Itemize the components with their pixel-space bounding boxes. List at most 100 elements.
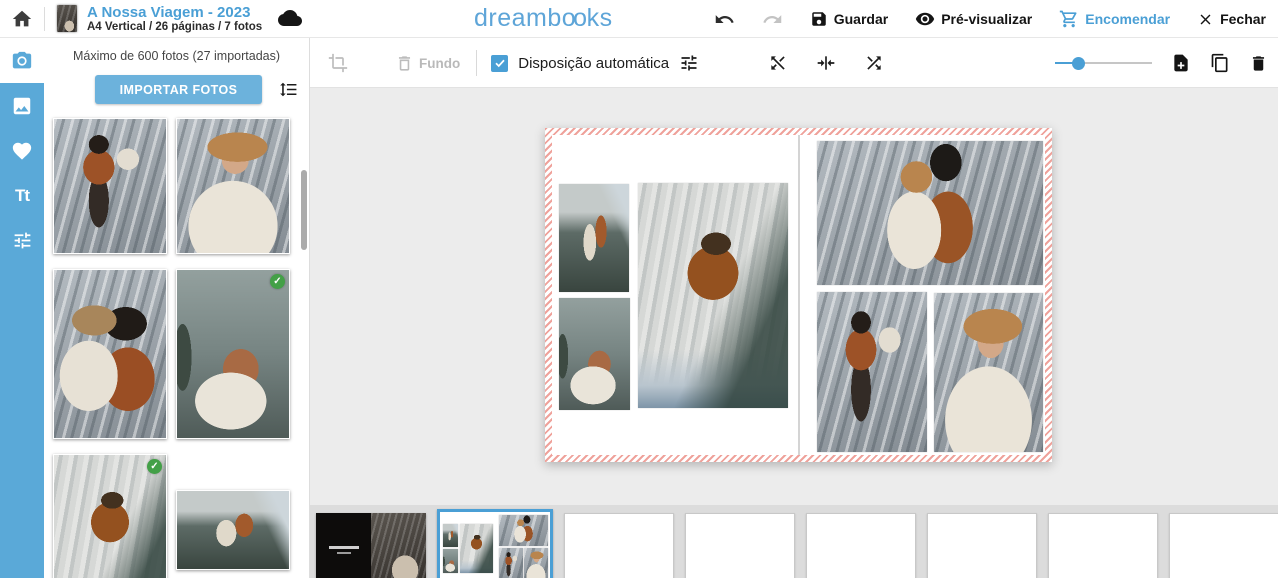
delete-page-button[interactable] — [1249, 54, 1268, 73]
shuffle-mirrored-icon — [768, 53, 788, 73]
save-button[interactable]: Guardar — [810, 10, 888, 28]
cart-icon — [1059, 9, 1079, 29]
mini-photo — [524, 548, 548, 578]
remove-background-button[interactable]: Fundo — [395, 54, 460, 73]
preview-button[interactable]: Pré-visualizar — [915, 9, 1032, 29]
shuffle-photos-button[interactable] — [864, 53, 884, 73]
duplicate-page-button[interactable] — [1210, 53, 1230, 73]
photo-thumbnail-woman-with-hat[interactable] — [176, 118, 290, 254]
spread-photo-woman-with-hat[interactable] — [934, 293, 1043, 452]
dreambooks-logo: dreambooks — [474, 4, 613, 33]
image-icon — [11, 95, 33, 117]
merge-pages-button[interactable] — [816, 53, 836, 73]
mini-photo — [443, 549, 458, 573]
add-page-button[interactable] — [1171, 53, 1191, 73]
crop-button[interactable] — [328, 53, 348, 73]
photo-used-check-icon: ✓ — [147, 459, 162, 474]
cover-title-line — [329, 546, 359, 549]
auto-layout-label: Disposição automática — [518, 55, 669, 72]
import-photos-button[interactable]: IMPORTAR FOTOS — [95, 75, 262, 104]
sort-photos-button[interactable] — [279, 80, 298, 99]
spread-photo-couple-wall[interactable] — [817, 141, 1043, 285]
project-title: A Nossa Viagem - 2023 — [87, 4, 262, 21]
page-thumbnail-empty[interactable] — [1048, 513, 1158, 578]
photo-limit-text: Máximo de 600 fotos (27 importadas) — [44, 49, 309, 63]
text-tool-icon: Tt — [15, 186, 29, 206]
home-icon — [11, 8, 33, 30]
spread-photo-man-on-rocks[interactable] — [817, 292, 927, 452]
add-page-icon — [1171, 53, 1191, 73]
header-actions: Guardar Pré-visualizar Encomendar Fechar — [714, 0, 1266, 38]
page-thumbnail-cover[interactable] — [316, 513, 426, 578]
photo-used-check-icon: ✓ — [270, 274, 285, 289]
sidebar-item-settings[interactable] — [0, 218, 44, 263]
project-meta: A Nossa Viagem - 2023 A4 Vertical / 26 p… — [87, 4, 262, 34]
toolbar-right-group — [1055, 38, 1268, 88]
eye-icon — [915, 9, 935, 29]
toolbar-left-group: Fundo Disposição automática — [328, 38, 699, 88]
background-label: Fundo — [419, 56, 460, 71]
book-spread — [545, 128, 1052, 462]
page-thumbnail-empty[interactable] — [564, 513, 674, 578]
camera-icon — [11, 50, 33, 72]
spread-photo-woman-by-lake[interactable] — [559, 298, 630, 410]
page-thumbnail-current-spread[interactable] — [437, 509, 553, 578]
sync-status-button[interactable] — [278, 10, 302, 28]
heart-icon — [11, 140, 33, 162]
shuffle-icon — [864, 53, 884, 73]
trash-outline-icon — [395, 54, 414, 73]
redo-button[interactable] — [762, 9, 783, 30]
close-icon — [1197, 11, 1214, 28]
order-button[interactable]: Encomendar — [1059, 9, 1170, 29]
auto-layout-checkbox[interactable] — [491, 55, 508, 72]
photo-thumbnail-couple-selfie[interactable] — [53, 269, 167, 439]
home-button[interactable] — [0, 0, 44, 37]
tune-arrows-icon — [679, 53, 699, 73]
cover-subtitle-line — [337, 552, 351, 554]
order-label: Encomendar — [1085, 11, 1170, 27]
photo-thumbnail-woman-by-lake[interactable]: ✓ — [176, 269, 290, 439]
toolbar-divider — [476, 50, 477, 76]
crop-icon — [328, 53, 348, 73]
spread-photo-woman-in-boat[interactable] — [559, 184, 629, 292]
sidebar-item-text[interactable]: Tt — [0, 173, 44, 218]
page-thumbnail-empty[interactable] — [927, 513, 1037, 578]
redo-icon — [762, 9, 783, 30]
photo-panel-scrollbar[interactable] — [301, 170, 307, 250]
photo-thumbnail-couple-on-rocks[interactable] — [53, 118, 167, 254]
trash-icon — [1249, 54, 1268, 73]
mini-photo — [460, 524, 493, 573]
close-button[interactable]: Fechar — [1197, 11, 1266, 28]
compress-horizontal-icon — [816, 53, 836, 73]
zoom-slider-thumb[interactable] — [1072, 57, 1085, 70]
project-subtitle: A4 Vertical / 26 páginas / 7 fotos — [87, 21, 262, 34]
page-thumbnail-empty[interactable] — [685, 513, 795, 578]
zoom-slider[interactable] — [1055, 56, 1152, 70]
mini-photo — [499, 548, 523, 578]
sidebar-item-photos[interactable] — [0, 38, 44, 83]
sidebar-item-favorites[interactable] — [0, 128, 44, 173]
photo-thumbnail-man-in-boat[interactable]: ✓ — [53, 454, 167, 578]
mini-photo — [443, 524, 458, 547]
sort-order-icon — [279, 80, 298, 99]
save-icon — [810, 10, 828, 28]
close-label: Fechar — [1220, 11, 1266, 27]
spread-photo-man-in-boat[interactable] — [638, 183, 788, 408]
copy-icon — [1210, 53, 1230, 73]
shuffle-layout-left-button[interactable] — [768, 53, 788, 73]
undo-button[interactable] — [714, 9, 735, 30]
preview-label: Pré-visualizar — [941, 11, 1032, 27]
page-thumbnail-empty[interactable] — [1169, 513, 1278, 578]
photo-thumbnail-couple-with-boat[interactable] — [176, 490, 290, 570]
mini-photo — [499, 515, 548, 546]
spread-center-seam — [798, 135, 800, 455]
cloud-upload-icon — [278, 10, 302, 28]
tune-icon — [12, 230, 33, 251]
editor-canvas — [310, 88, 1278, 505]
undo-icon — [714, 9, 735, 30]
page-thumbnail-empty[interactable] — [806, 513, 916, 578]
pages-strip — [310, 505, 1278, 578]
toolbar-middle-group — [768, 38, 884, 88]
auto-layout-settings-button[interactable] — [679, 53, 699, 73]
sidebar-item-layouts[interactable] — [0, 83, 44, 128]
